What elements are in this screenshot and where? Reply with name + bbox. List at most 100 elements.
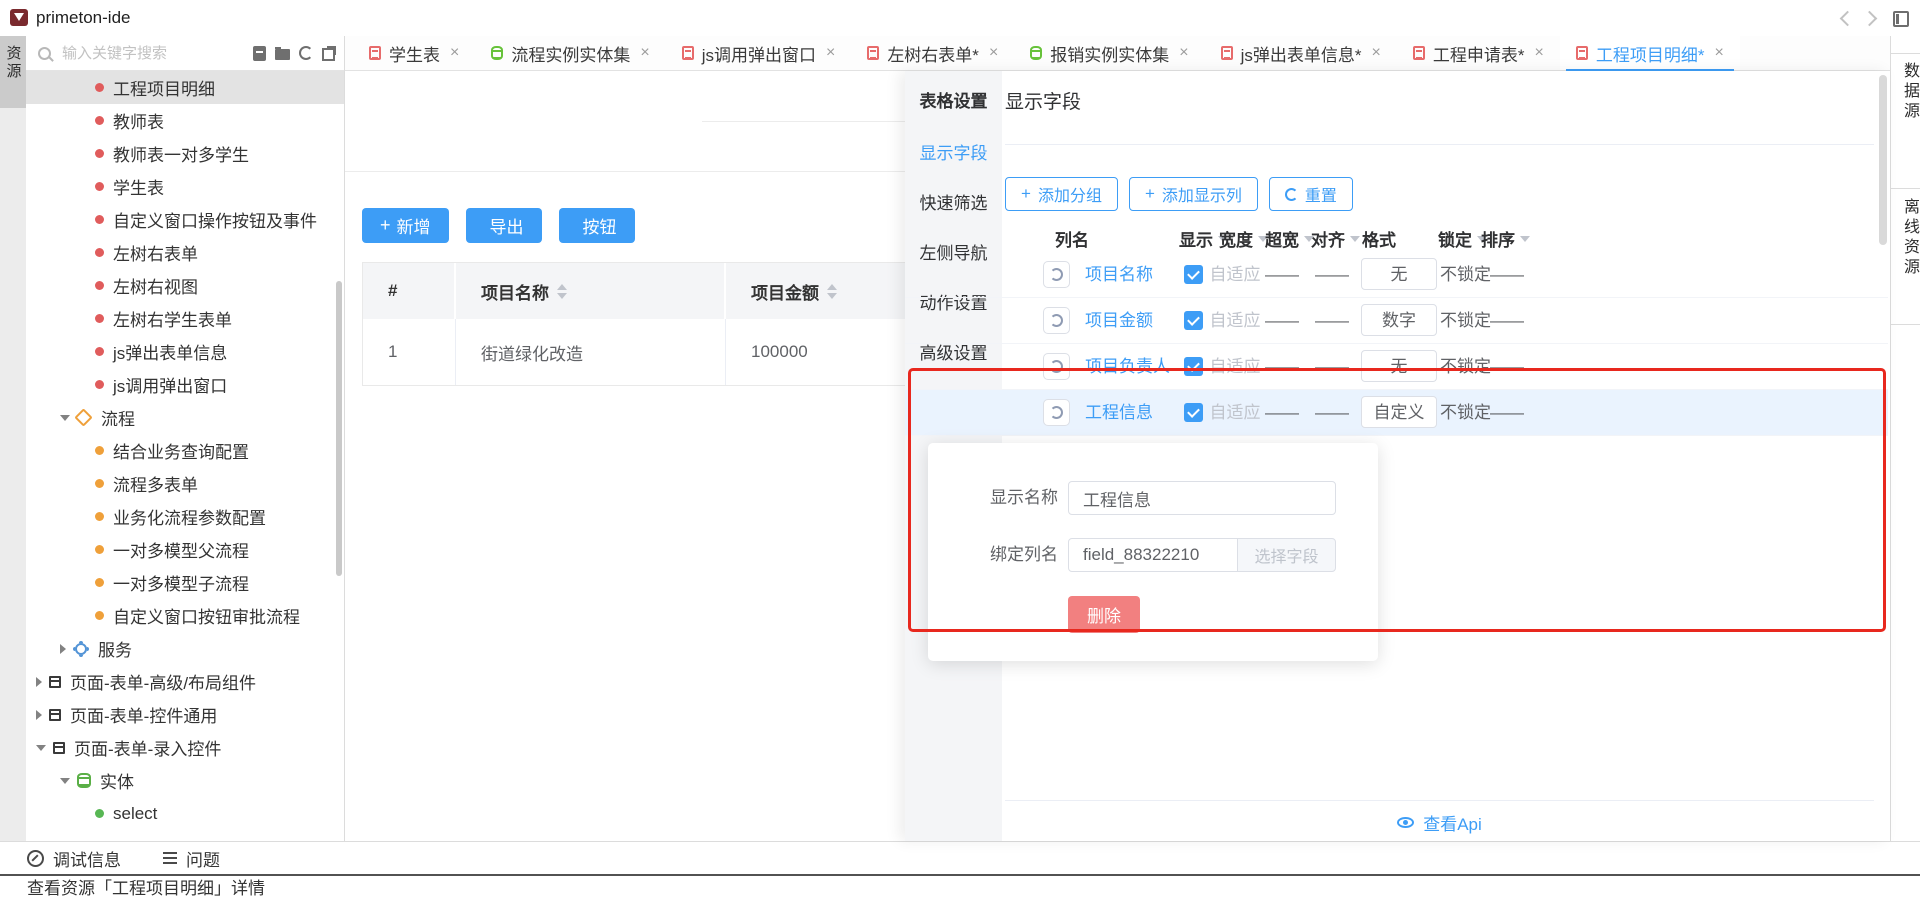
column-header[interactable]: 项目名称: [456, 263, 726, 319]
refresh-field-button[interactable]: [1043, 353, 1070, 380]
collapse-editors-icon[interactable]: [322, 48, 335, 61]
field-column-header[interactable]: 格式: [1362, 225, 1396, 252]
tab-close-icon[interactable]: ×: [1372, 45, 1381, 61]
sort-value[interactable]: ——: [1490, 390, 1524, 435]
search-input[interactable]: [60, 44, 214, 63]
settings-nav-item[interactable]: 快速筛选: [905, 176, 1002, 226]
tree-item[interactable]: 左树右表单: [26, 236, 344, 269]
sort-value[interactable]: ——: [1490, 344, 1524, 389]
export-file-icon[interactable]: [253, 46, 266, 61]
right-tab-datasource[interactable]: 数据源: [1897, 62, 1920, 122]
sidebar-scrollbar[interactable]: [336, 281, 342, 576]
sort-value[interactable]: ——: [1490, 252, 1524, 297]
tab-close-icon[interactable]: ×: [640, 45, 649, 61]
editor-tab[interactable]: js调用弹出窗口 ×: [666, 36, 852, 70]
tab-close-icon[interactable]: ×: [1535, 45, 1544, 61]
display-name-input[interactable]: [1068, 481, 1336, 515]
panel-toolbar-button[interactable]: 添加显示列: [1129, 177, 1258, 211]
sort-desc-icon[interactable]: [827, 293, 837, 299]
tree-item[interactable]: 左树右视图: [26, 269, 344, 302]
format-select[interactable]: 数字: [1361, 304, 1437, 336]
caret-icon[interactable]: [60, 778, 70, 784]
settings-nav-item[interactable]: 表格设置: [905, 71, 1002, 115]
lock-value[interactable]: 不锁定: [1440, 390, 1491, 435]
align-value[interactable]: ——: [1307, 344, 1357, 389]
tree-item[interactable]: js弹出表单信息: [26, 335, 344, 368]
caret-icon[interactable]: [36, 710, 42, 720]
tree-item[interactable]: 学生表: [26, 170, 344, 203]
editor-tab[interactable]: 学生表 ×: [353, 36, 475, 70]
tree-item[interactable]: 页面-表单-高级/布局组件: [26, 665, 344, 698]
panel-scrollbar[interactable]: [1879, 75, 1887, 245]
debug-info-button[interactable]: 调试信息: [53, 846, 121, 871]
field-name-link[interactable]: 项目金额: [1085, 298, 1153, 343]
field-name-link[interactable]: 项目负责人: [1085, 344, 1170, 389]
column-header[interactable]: #: [363, 263, 456, 319]
caret-icon[interactable]: [60, 415, 70, 421]
tree-item[interactable]: js调用弹出窗口: [26, 368, 344, 401]
field-column-header[interactable]: 对齐: [1311, 225, 1360, 252]
refresh-icon[interactable]: [299, 46, 313, 60]
editor-tab[interactable]: 流程实例实体集 ×: [475, 36, 665, 70]
refresh-field-button[interactable]: [1043, 307, 1070, 334]
editor-tab[interactable]: js弹出表单信息* ×: [1205, 36, 1397, 70]
width-value[interactable]: 自适应: [1205, 298, 1265, 343]
sort-value[interactable]: ——: [1490, 298, 1524, 343]
nav-forward-icon[interactable]: [1862, 11, 1878, 27]
editor-tab[interactable]: 报销实例实体集 ×: [1014, 36, 1204, 70]
show-checkbox[interactable]: [1184, 403, 1203, 422]
field-name-link[interactable]: 项目名称: [1085, 252, 1153, 297]
select-field-button[interactable]: 选择字段: [1237, 538, 1336, 572]
overwide-value[interactable]: ——: [1257, 344, 1307, 389]
nav-back-icon[interactable]: [1840, 11, 1856, 27]
settings-nav-item[interactable]: 显示字段: [905, 126, 1002, 176]
activity-tab-resources[interactable]: 资源: [0, 36, 26, 108]
tree-item[interactable]: 一对多模型子流程: [26, 566, 344, 599]
caret-icon[interactable]: [36, 677, 42, 687]
issues-button[interactable]: 问题: [186, 846, 220, 871]
format-select[interactable]: 无: [1361, 258, 1437, 290]
delete-button[interactable]: 删除: [1068, 596, 1140, 633]
overwide-value[interactable]: ——: [1257, 390, 1307, 435]
caret-icon[interactable]: [60, 644, 66, 654]
align-value[interactable]: ——: [1307, 298, 1357, 343]
sort-desc-icon[interactable]: [557, 293, 567, 299]
lock-value[interactable]: 不锁定: [1440, 252, 1491, 297]
sort-asc-icon[interactable]: [557, 284, 567, 290]
action-button[interactable]: 按钮: [559, 208, 635, 243]
window-layout-icon[interactable]: [1893, 11, 1909, 27]
align-value[interactable]: ——: [1307, 390, 1357, 435]
action-button[interactable]: 导出: [466, 208, 542, 243]
tree-item[interactable]: 实体: [26, 764, 344, 797]
show-checkbox[interactable]: [1184, 265, 1203, 284]
tree-item[interactable]: select: [26, 797, 344, 830]
new-folder-icon[interactable]: [275, 49, 290, 60]
refresh-field-button[interactable]: [1043, 261, 1070, 288]
tree-item[interactable]: 业务化流程参数配置: [26, 500, 344, 533]
editor-tab[interactable]: 工程项目明细* ×: [1560, 36, 1740, 70]
tab-close-icon[interactable]: ×: [826, 45, 835, 61]
caret-icon[interactable]: [36, 745, 46, 751]
tab-close-icon[interactable]: ×: [989, 45, 998, 61]
tree-item[interactable]: 流程多表单: [26, 467, 344, 500]
tree-item[interactable]: 工程项目明细: [26, 71, 344, 104]
editor-tab[interactable]: 工程申请表* ×: [1397, 36, 1560, 70]
field-column-header[interactable]: 宽度: [1219, 225, 1268, 252]
overwide-value[interactable]: ——: [1257, 298, 1307, 343]
tree-item[interactable]: 页面-表单-控件通用: [26, 698, 344, 731]
overwide-value[interactable]: ——: [1257, 252, 1307, 297]
field-column-header[interactable]: 列名: [1055, 225, 1089, 252]
bind-column-input[interactable]: [1068, 538, 1238, 572]
right-tab-offline-resources[interactable]: 离线资源: [1897, 198, 1920, 278]
sort-icons[interactable]: [827, 284, 837, 299]
width-value[interactable]: 自适应: [1205, 390, 1265, 435]
refresh-field-button[interactable]: [1043, 399, 1070, 426]
action-button[interactable]: 新增: [362, 208, 449, 243]
tree-item[interactable]: 自定义窗口操作按钮及事件: [26, 203, 344, 236]
editor-tab[interactable]: 左树右表单* ×: [851, 36, 1014, 70]
format-select[interactable]: 无: [1361, 350, 1437, 382]
field-row[interactable]: 工程信息 自适应 —— —— 自定义 不锁定 ——: [905, 390, 1888, 436]
field-row[interactable]: 项目名称 自适应 —— —— 无 不锁定 ——: [905, 252, 1888, 298]
panel-toolbar-button[interactable]: 重置: [1269, 177, 1353, 211]
view-api-link[interactable]: 查看Api: [1005, 808, 1874, 836]
